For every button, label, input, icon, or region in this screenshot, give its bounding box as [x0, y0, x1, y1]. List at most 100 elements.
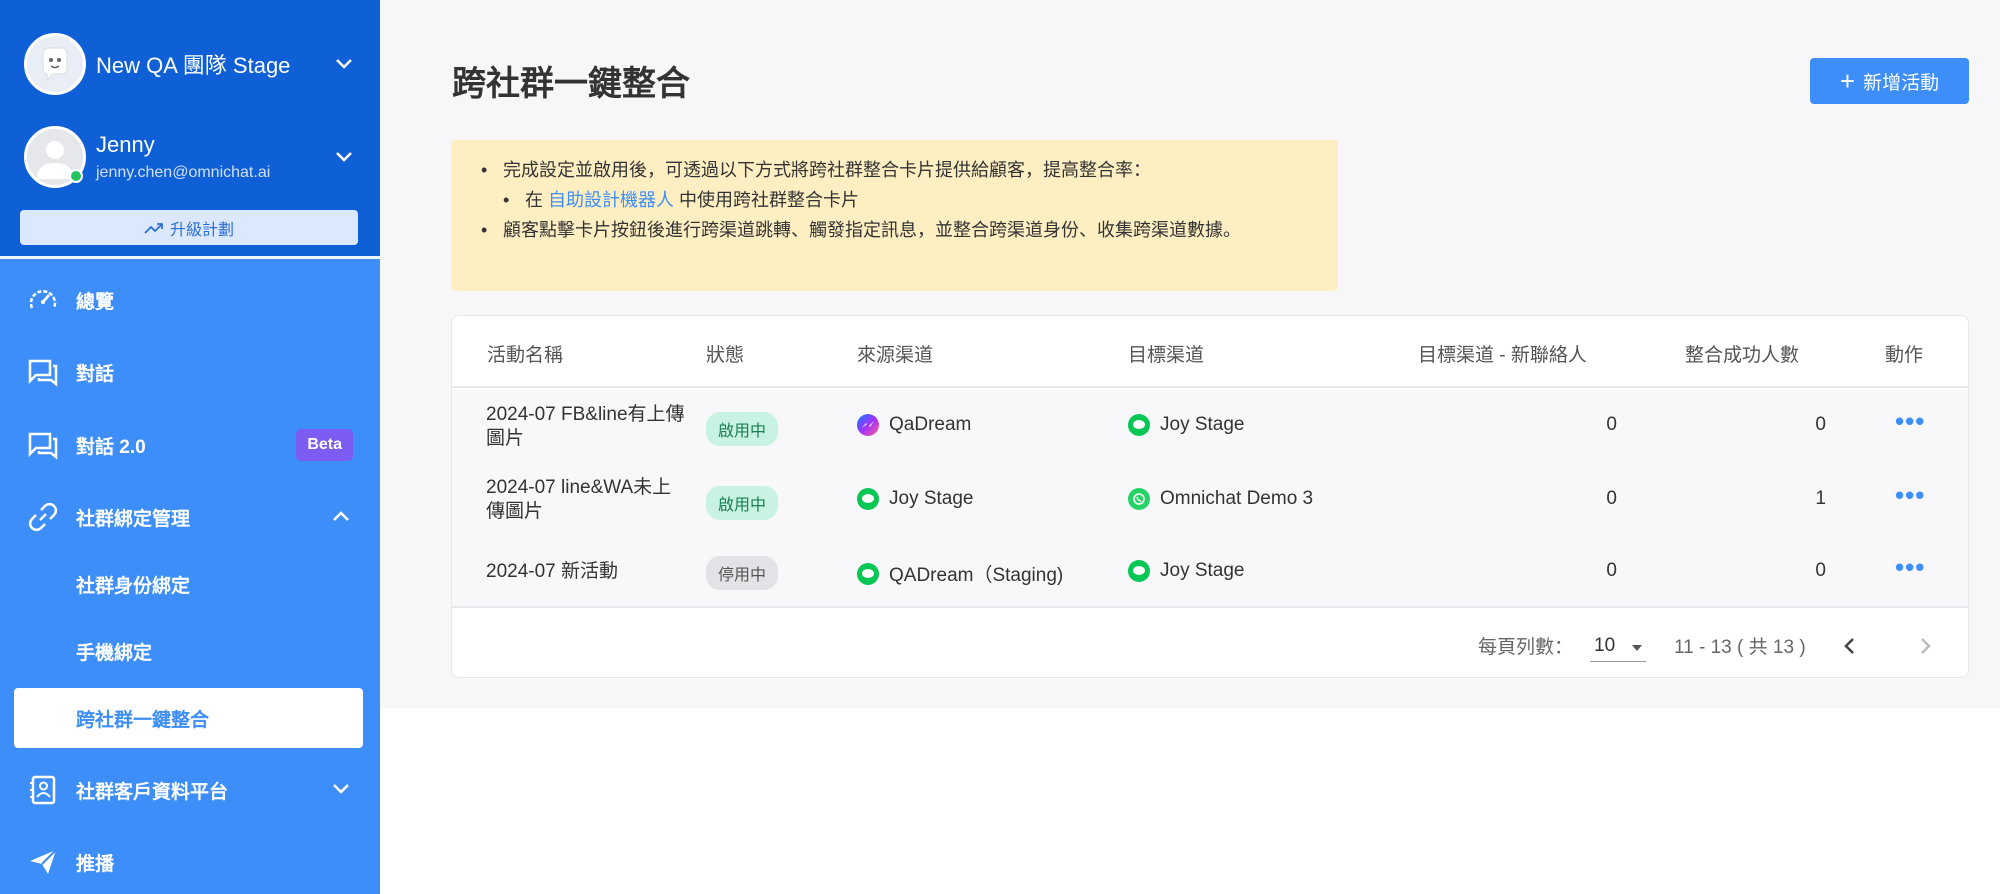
sidebar-item-broadcast[interactable]: 推播 [0, 834, 380, 890]
target-channel: Omnichat Demo 3 [1128, 488, 1313, 510]
add-campaign-button[interactable]: + 新增活動 [1810, 58, 1969, 104]
table-header: 活動名稱 狀態 來源渠道 目標渠道 目標渠道 - 新聯絡人 整合成功人數 動作 [452, 316, 1968, 388]
notice-text: 完成設定並啟用後，可透過以下方式將跨社群整合卡片提供給顧客，提高整合率： [503, 160, 1151, 180]
campaign-name: 2024-07 FB&line有上傳圖片 [486, 404, 685, 449]
more-actions-button[interactable]: ••• [1895, 480, 1925, 511]
merged-count: 0 [1815, 560, 1826, 581]
rows-per-page-label: 每頁列數： [1478, 637, 1574, 658]
chevron-right-icon [1921, 638, 1931, 654]
sidebar-item-social-binding[interactable]: 社群綁定管理 [0, 489, 380, 545]
campaign-name: 2024-07 line&WA未上傳圖片 [486, 477, 672, 522]
self-service-bot-link[interactable]: 自助設計機器人 [548, 190, 674, 210]
sidebar-subitem-phone-binding[interactable]: 手機綁定 [14, 621, 363, 681]
notice-text: 在 [525, 190, 543, 210]
source-channel: QaDream [857, 414, 971, 436]
plus-icon: + [1839, 66, 1856, 96]
more-actions-button[interactable]: ••• [1895, 552, 1925, 583]
line-icon [1128, 560, 1150, 582]
new-contacts-count: 0 [1606, 560, 1617, 581]
campaign-table: 活動名稱 狀態 來源渠道 目標渠道 目標渠道 - 新聯絡人 整合成功人數 動作 … [451, 315, 1969, 678]
sidebar-subitem-identity-binding[interactable]: 社群身份綁定 [14, 554, 363, 614]
bot-face-icon [42, 47, 68, 82]
sidebar-item-customer-data-platform[interactable]: 社群客戶資料平台 [0, 762, 380, 818]
beta-badge: Beta [296, 429, 353, 461]
notice-subline: 在 自助設計機器人 中使用跨社群整合卡片 [503, 188, 1318, 212]
messenger-icon [857, 414, 879, 436]
new-contacts-count: 0 [1606, 414, 1617, 435]
trending-up-icon [144, 222, 163, 234]
more-actions-button[interactable]: ••• [1895, 406, 1925, 437]
sidebar-item-label: 總覽 [76, 291, 115, 313]
team-avatar [24, 33, 86, 95]
sidebar-item-chat[interactable]: 對話 [0, 344, 380, 400]
avatar [24, 126, 86, 188]
chevron-down-icon [332, 779, 350, 801]
chat-bubble-icon [26, 428, 60, 462]
column-header-actions: 動作 [1885, 345, 1924, 366]
paper-plane-icon [26, 845, 60, 879]
user-switcher[interactable]: Jenny jenny.chen@omnichat.ai [24, 124, 356, 190]
user-name: Jenny [96, 132, 155, 157]
table-row[interactable]: 2024-07 新活動 停用中 QADream（Staging) Joy Sta… [452, 538, 1968, 606]
table-row[interactable]: 2024-07 line&WA未上傳圖片 啟用中 Joy Stage Omnic… [452, 464, 1968, 538]
status-badge: 啟用中 [706, 412, 779, 446]
campaign-name: 2024-07 新活動 [486, 561, 619, 582]
previous-page-button[interactable] [1833, 630, 1865, 662]
sidebar-subitem-label: 手機綁定 [76, 642, 153, 664]
chevron-down-icon [332, 52, 356, 76]
chevron-up-icon [332, 506, 350, 528]
column-header-source: 來源渠道 [857, 345, 934, 366]
sidebar-subitem-label: 跨社群一鍵整合 [76, 709, 210, 731]
pagination-range: 11 - 13 ( 共 13 ) [1674, 637, 1806, 658]
table-row[interactable]: 2024-07 FB&line有上傳圖片 啟用中 QaDream Joy Sta… [452, 390, 1968, 464]
whatsapp-icon [1128, 488, 1150, 510]
sidebar-item-label: 對話 2.0 [76, 436, 146, 458]
info-notice: 完成設定並啟用後，可透過以下方式將跨社群整合卡片提供給顧客，提高整合率： 在 自… [451, 140, 1338, 291]
source-channel-name: QADream（Staging) [889, 565, 1064, 586]
contact-book-icon [26, 773, 60, 807]
merged-count: 1 [1815, 488, 1826, 509]
dashboard-gauge-icon [26, 283, 60, 317]
next-page-button[interactable] [1910, 630, 1942, 662]
line-icon [1128, 414, 1150, 436]
table-footer-divider [452, 606, 1968, 608]
line-icon [857, 562, 879, 585]
line-icon [857, 488, 879, 510]
column-header-status: 狀態 [706, 345, 745, 366]
user-email: jenny.chen@omnichat.ai [96, 164, 271, 181]
link-icon [26, 500, 60, 534]
upgrade-plan-label: 升級計劃 [169, 221, 234, 239]
team-switcher[interactable]: New QA 團隊 Stage [24, 32, 356, 96]
rows-per-page-select[interactable]: 10 [1590, 630, 1646, 662]
notice-line: 顧客點擊卡片按鈕後進行跨渠道跳轉、觸發指定訊息，並整合跨渠道身份、收集跨渠道數據… [481, 218, 1318, 242]
chat-bubble-icon [26, 355, 60, 389]
target-channel: Joy Stage [1128, 414, 1245, 436]
sidebar-item-label: 社群綁定管理 [76, 508, 191, 530]
source-channel: QADream（Staging) [857, 560, 1063, 587]
add-campaign-label: 新增活動 [1863, 72, 1940, 94]
sidebar-subitem-label: 社群身份綁定 [76, 575, 191, 597]
status-badge: 啟用中 [706, 486, 779, 520]
column-header-merged-count: 整合成功人數 [1685, 345, 1800, 366]
notice-line: 完成設定並啟用後，可透過以下方式將跨社群整合卡片提供給顧客，提高整合率： [481, 158, 1318, 182]
notice-text: 中使用跨社群整合卡片 [679, 190, 860, 210]
notice-text: 顧客點擊卡片按鈕後進行跨渠道跳轉、觸發指定訊息，並整合跨渠道身份、收集跨渠道數據… [503, 220, 1241, 240]
sidebar-item-label: 對話 [76, 363, 115, 385]
target-channel-name: Joy Stage [1160, 414, 1245, 435]
team-name: New QA 團隊 Stage [96, 53, 291, 78]
source-channel-name: Joy Stage [889, 488, 974, 509]
online-status-dot [69, 169, 83, 183]
sidebar: New QA 團隊 Stage Jenny jenny.chen@omnicha… [0, 0, 380, 894]
sidebar-item-chat-2[interactable]: 對話 2.0 Beta [0, 417, 380, 473]
rows-per-page-value: 10 [1594, 634, 1616, 656]
sidebar-subitem-cross-social-merge[interactable]: 跨社群一鍵整合 [14, 688, 363, 748]
source-channel: Joy Stage [857, 488, 974, 510]
source-channel-name: QaDream [889, 414, 972, 435]
sidebar-item-overview[interactable]: 總覽 [0, 272, 380, 328]
upgrade-plan-button[interactable]: 升級計劃 [20, 210, 358, 245]
column-header-new-contacts: 目標渠道 - 新聯絡人 [1418, 345, 1587, 366]
new-contacts-count: 0 [1606, 488, 1617, 509]
merged-count: 0 [1815, 414, 1826, 435]
caret-down-icon [1632, 635, 1642, 657]
chevron-left-icon [1844, 638, 1854, 654]
